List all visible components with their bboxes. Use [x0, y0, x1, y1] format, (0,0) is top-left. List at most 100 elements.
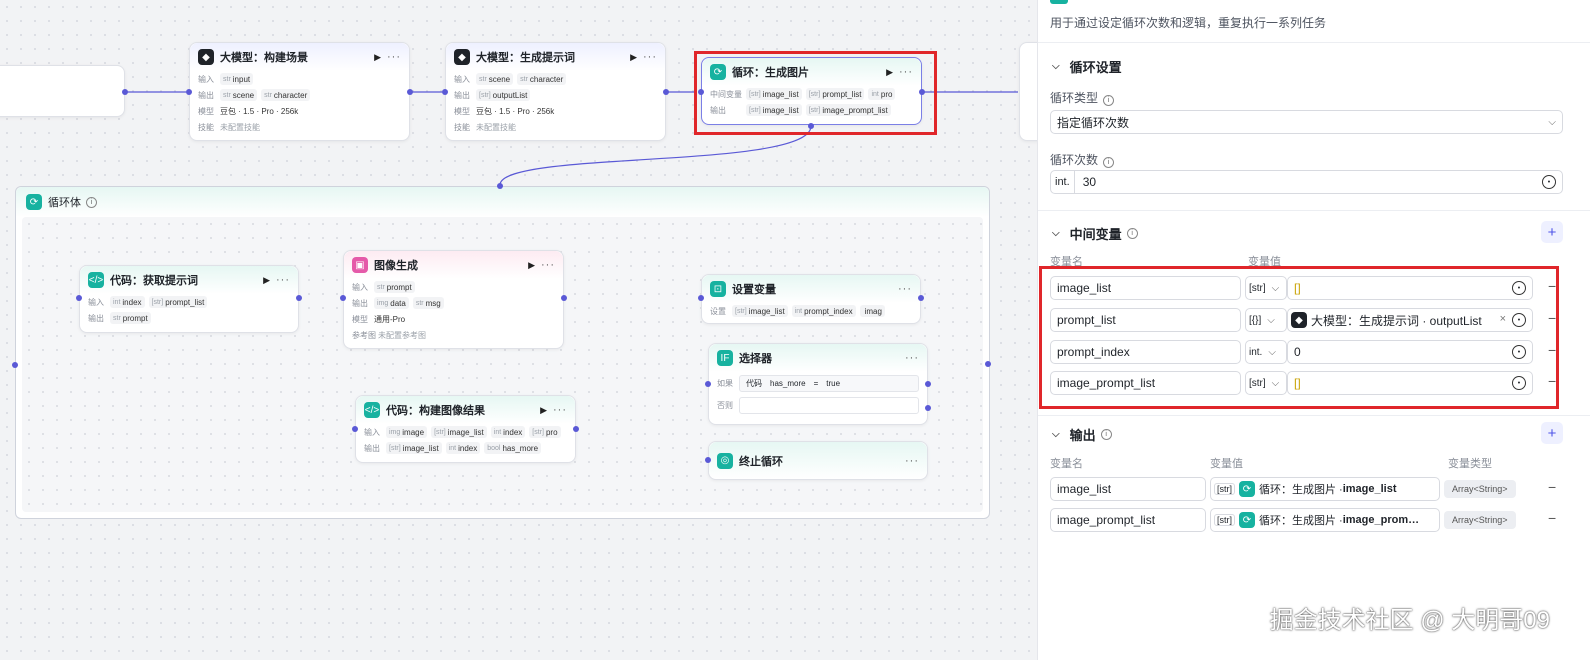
- variable-ref-icon[interactable]: •: [1512, 313, 1526, 327]
- output-value-ref[interactable]: [str] ⟳ 循环：生成图片 · image_list: [1210, 477, 1440, 501]
- port[interactable]: [698, 89, 704, 95]
- run-icon[interactable]: ▶: [630, 52, 637, 63]
- info-icon[interactable]: i: [86, 196, 97, 208]
- run-icon[interactable]: ▶: [374, 52, 381, 63]
- workflow-canvas[interactable]: ◆ 大模型：构建场景 ▶ ··· 输入 str input 输出 str scene str ch…: [0, 0, 1050, 660]
- remove-var-button[interactable]: −: [1548, 310, 1556, 326]
- port[interactable]: [296, 295, 302, 301]
- output-name-input[interactable]: image_list: [1050, 477, 1206, 501]
- output-value-ref[interactable]: [str] ⟳ 循环：生成图片 · image_prom…: [1210, 508, 1440, 532]
- row-label: 设置: [710, 306, 726, 316]
- node-code-build[interactable]: </> 代码：构建图像结果 ▶ ··· 输入 img image [str] image_li…: [355, 395, 576, 463]
- remove-var-button[interactable]: −: [1548, 278, 1556, 294]
- node-llm-prompt[interactable]: ◆ 大模型：生成提示词 ▶ ··· 输入 str scene str character 输出…: [445, 42, 666, 141]
- more-icon[interactable]: ···: [541, 259, 555, 271]
- port[interactable]: [705, 457, 711, 463]
- var-name-input[interactable]: prompt_list: [1050, 308, 1241, 332]
- variable-ref-icon[interactable]: •: [1512, 376, 1526, 390]
- info-icon[interactable]: i: [1103, 95, 1115, 106]
- port[interactable]: [808, 123, 814, 129]
- panel-description: 用于通过设定循环次数和逻辑，重复执行一系列任务: [1050, 16, 1327, 30]
- more-icon[interactable]: ···: [553, 404, 567, 416]
- port[interactable]: [407, 89, 413, 95]
- row-label: 模型: [454, 106, 470, 116]
- node-set-variable[interactable]: ⊡ 设置变量 ··· 设置 [str] image_list int prompt_inde…: [701, 274, 921, 324]
- node-code-get-prompt[interactable]: </> 代码：获取提示词 ▶ ··· 输入 int index [str] prompt_li…: [79, 265, 299, 333]
- port[interactable]: [698, 295, 704, 301]
- var-type-select[interactable]: [{}] ⌵: [1245, 308, 1287, 332]
- remove-output-button[interactable]: −: [1548, 479, 1556, 495]
- port[interactable]: [705, 381, 711, 387]
- more-icon[interactable]: ···: [905, 352, 919, 364]
- section-header[interactable]: ⌵ 循环设置: [1052, 57, 1122, 76]
- more-icon[interactable]: ···: [905, 455, 919, 467]
- info-icon[interactable]: i: [1100, 429, 1112, 440]
- node-llm-scene[interactable]: ◆ 大模型：构建场景 ▶ ··· 输入 str input 输出 str scene str ch…: [189, 42, 410, 141]
- mid-vars-section: ⌵ 中间变量 i + 变量名 变量值 image_list [str] ⌵ [] • −…: [1038, 210, 1590, 415]
- more-icon[interactable]: ···: [899, 66, 913, 78]
- row-label: 如果: [717, 378, 733, 388]
- node-loop[interactable]: ⟳ 循环：生成图片 ▶ ··· 中间变量 [str] image_list [str] pro…: [701, 57, 922, 125]
- port[interactable]: [122, 89, 128, 95]
- run-icon[interactable]: ▶: [263, 275, 270, 286]
- row-label: 中间变量: [710, 89, 742, 99]
- clear-icon[interactable]: ×: [1500, 313, 1506, 325]
- var-type-select[interactable]: [str] ⌵: [1245, 276, 1287, 300]
- port[interactable]: [186, 89, 192, 95]
- output-name-input[interactable]: image_prompt_list: [1050, 508, 1206, 532]
- remove-var-button[interactable]: −: [1548, 373, 1556, 389]
- var-name-input[interactable]: prompt_index: [1050, 340, 1241, 364]
- var-type-select[interactable]: [str] ⌵: [1245, 371, 1287, 395]
- variable-ref-icon[interactable]: •: [1542, 175, 1556, 189]
- more-icon[interactable]: ···: [276, 274, 290, 286]
- var-value-input[interactable]: [] •: [1287, 371, 1533, 395]
- llm-icon: ◆: [198, 49, 214, 65]
- start-node[interactable]: [0, 65, 125, 117]
- port[interactable]: [663, 89, 669, 95]
- var-name-input[interactable]: image_prompt_list: [1050, 371, 1241, 395]
- port[interactable]: [352, 426, 358, 432]
- node-image-gen[interactable]: ▣ 图像生成 ▶ ··· 输入 str prompt 输出 img data str msg 模型…: [343, 250, 564, 349]
- variable-ref-icon[interactable]: •: [1512, 281, 1526, 295]
- run-icon[interactable]: ▶: [528, 260, 535, 271]
- node-title: 代码：构建图像结果: [386, 405, 485, 417]
- more-icon[interactable]: ···: [898, 283, 912, 295]
- condition-box[interactable]: 代码 has_more = true: [739, 374, 919, 392]
- more-icon[interactable]: ···: [643, 51, 657, 63]
- var-value-input[interactable]: [] •: [1287, 276, 1533, 300]
- port[interactable]: [76, 295, 82, 301]
- variable-ref-icon[interactable]: •: [1512, 345, 1526, 359]
- else-box[interactable]: [739, 396, 919, 414]
- port[interactable]: [442, 89, 448, 95]
- port[interactable]: [561, 295, 567, 301]
- add-output-button[interactable]: +: [1541, 422, 1563, 444]
- port[interactable]: [918, 295, 924, 301]
- var-tag: str scene: [220, 89, 258, 101]
- run-icon[interactable]: ▶: [886, 67, 893, 78]
- add-mid-var-button[interactable]: +: [1541, 221, 1563, 243]
- port[interactable]: [573, 426, 579, 432]
- port[interactable]: [12, 362, 18, 368]
- port[interactable]: [919, 89, 925, 95]
- node-break-loop[interactable]: ◎ 终止循环 ···: [708, 441, 928, 480]
- var-type-select[interactable]: int. ⌵: [1245, 340, 1287, 364]
- info-icon[interactable]: i: [1103, 157, 1115, 168]
- var-name-input[interactable]: image_list: [1050, 276, 1241, 300]
- port[interactable]: [340, 295, 346, 301]
- loop-type-select[interactable]: 指定循环次数 ⌵: [1050, 110, 1563, 134]
- more-icon[interactable]: ···: [387, 51, 401, 63]
- port[interactable]: [985, 361, 991, 367]
- remove-var-button[interactable]: −: [1548, 342, 1556, 358]
- var-value-ref[interactable]: ◆ 大模型：生成提示词 · outputList × •: [1287, 308, 1533, 332]
- loop-count-input[interactable]: int. 30 •: [1050, 170, 1563, 194]
- port[interactable]: [497, 183, 503, 189]
- port[interactable]: [925, 405, 931, 411]
- section-header[interactable]: ⌵ 中间变量 i: [1052, 224, 1138, 243]
- node-selector[interactable]: IF 选择器 ··· 如果 代码 has_more = true 否则: [708, 343, 928, 425]
- port[interactable]: [925, 381, 931, 387]
- run-icon[interactable]: ▶: [540, 405, 547, 416]
- section-header[interactable]: ⌵ 输出 i: [1052, 425, 1112, 444]
- remove-output-button[interactable]: −: [1548, 510, 1556, 526]
- var-value-input[interactable]: 0 •: [1287, 340, 1533, 364]
- info-icon[interactable]: i: [1126, 228, 1138, 239]
